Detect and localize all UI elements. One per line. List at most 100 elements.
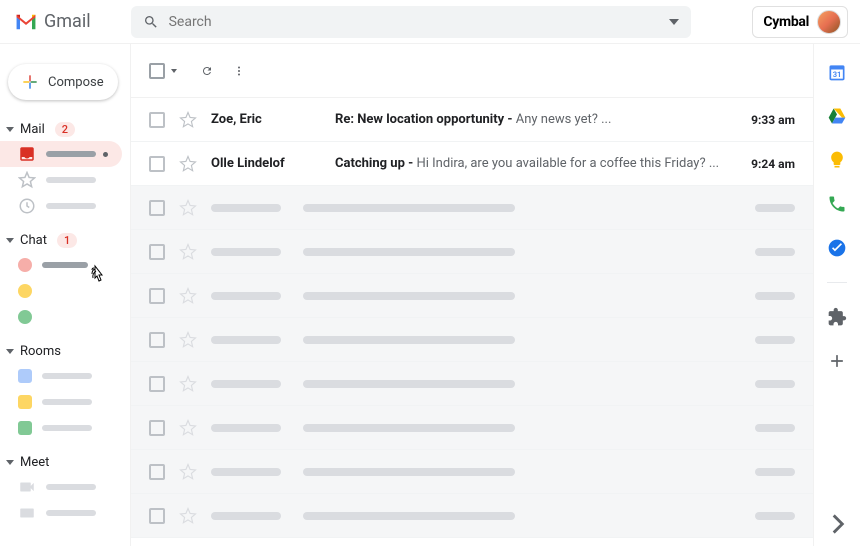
- row-checkbox[interactable]: [149, 464, 165, 480]
- video-icon: [18, 478, 36, 496]
- clock-icon: [18, 197, 36, 215]
- caret-down-icon: [6, 127, 14, 132]
- mail-toolbar: [131, 44, 813, 98]
- row-checkbox[interactable]: [149, 288, 165, 304]
- mail-list: Zoe, Eric Re: New location opportunity -…: [131, 98, 813, 546]
- caret-down-icon: [6, 238, 14, 243]
- mail-section-header[interactable]: Mail 2: [0, 118, 130, 141]
- star-icon[interactable]: [179, 287, 197, 305]
- row-checkbox[interactable]: [149, 200, 165, 216]
- caret-down-icon: [6, 349, 14, 354]
- mail-row-placeholder[interactable]: [131, 318, 813, 362]
- addons-icon[interactable]: [827, 307, 847, 327]
- mail-section: Mail 2: [0, 118, 130, 219]
- sidebar-item-starred[interactable]: [0, 167, 130, 193]
- star-icon[interactable]: [179, 111, 197, 129]
- gmail-logo-wrap[interactable]: Gmail: [14, 11, 91, 32]
- side-panel: 31: [814, 44, 860, 546]
- row-subject: Catching up - Hi Indira, are you availab…: [335, 156, 729, 171]
- search-box[interactable]: [131, 6, 691, 38]
- caret-down-icon: [6, 460, 14, 465]
- sidebar-item-inbox[interactable]: [0, 141, 122, 167]
- mail-section-label: Mail: [20, 122, 45, 137]
- org-account-chip[interactable]: Cymbal: [752, 6, 848, 38]
- search-input[interactable]: [169, 14, 659, 30]
- rooms-section-header[interactable]: Rooms: [0, 340, 130, 363]
- star-icon[interactable]: [179, 243, 197, 261]
- chat-section-label: Chat: [20, 233, 47, 248]
- star-icon[interactable]: [179, 331, 197, 349]
- mail-row-placeholder[interactable]: [131, 274, 813, 318]
- star-icon[interactable]: [179, 375, 197, 393]
- expand-panel-icon[interactable]: [828, 514, 848, 534]
- presence-dot-icon: [18, 310, 32, 324]
- sidebar-room[interactable]: [0, 415, 130, 441]
- rooms-section: Rooms: [0, 340, 130, 441]
- row-checkbox[interactable]: [149, 156, 165, 172]
- contacts-icon[interactable]: [827, 194, 847, 214]
- sidebar-item-label: [42, 262, 88, 268]
- main-pane: Zoe, Eric Re: New location opportunity -…: [131, 44, 814, 546]
- mail-row-placeholder[interactable]: [131, 230, 813, 274]
- mail-row-placeholder[interactable]: [131, 450, 813, 494]
- sidebar-item-snoozed[interactable]: [0, 193, 130, 219]
- row-checkbox[interactable]: [149, 112, 165, 128]
- compose-button[interactable]: Compose: [8, 64, 118, 100]
- rooms-section-label: Rooms: [20, 344, 61, 359]
- more-icon[interactable]: [229, 61, 249, 81]
- sidebar-room[interactable]: [0, 363, 130, 389]
- calendar-icon[interactable]: 31: [827, 62, 847, 82]
- chat-section-header[interactable]: Chat 1: [0, 229, 130, 252]
- chat-section: Chat 1: [0, 229, 130, 330]
- org-name: Cymbal: [763, 14, 809, 30]
- next-page-icon[interactable]: [775, 61, 795, 81]
- row-sender: Olle Lindelof: [211, 156, 321, 171]
- sidebar-room[interactable]: [0, 389, 130, 415]
- select-all-dropdown-icon[interactable]: [171, 69, 177, 73]
- star-icon[interactable]: [179, 463, 197, 481]
- room-color-icon: [18, 395, 32, 409]
- row-checkbox[interactable]: [149, 332, 165, 348]
- sidebar-chat-contact[interactable]: [0, 252, 130, 278]
- row-checkbox[interactable]: [149, 420, 165, 436]
- select-all-checkbox[interactable]: [149, 63, 165, 79]
- sidebar-item-label: [46, 177, 96, 183]
- drive-icon[interactable]: [827, 106, 847, 126]
- refresh-icon[interactable]: [197, 61, 217, 81]
- room-color-icon: [18, 421, 32, 435]
- star-icon[interactable]: [179, 155, 197, 173]
- mail-row-placeholder[interactable]: [131, 406, 813, 450]
- presence-dot-icon: [18, 284, 32, 298]
- star-icon[interactable]: [179, 419, 197, 437]
- row-checkbox[interactable]: [149, 244, 165, 260]
- tasks-icon[interactable]: [827, 238, 847, 258]
- compose-label: Compose: [48, 75, 104, 90]
- inbox-icon: [18, 145, 36, 163]
- prev-page-icon[interactable]: [751, 61, 771, 81]
- star-icon[interactable]: [179, 199, 197, 217]
- mail-row[interactable]: Zoe, Eric Re: New location opportunity -…: [131, 98, 813, 142]
- sidebar-meet-join[interactable]: [0, 500, 130, 526]
- sidebar-item-label: [42, 399, 92, 405]
- mail-row-placeholder[interactable]: [131, 186, 813, 230]
- get-addons-icon[interactable]: [827, 351, 847, 371]
- row-subject: Re: New location opportunity - Any news …: [335, 112, 729, 127]
- star-icon[interactable]: [179, 507, 197, 525]
- row-checkbox[interactable]: [149, 376, 165, 392]
- star-icon: [18, 171, 36, 189]
- mail-row-placeholder[interactable]: [131, 362, 813, 406]
- mail-badge: 2: [55, 122, 75, 137]
- keep-icon[interactable]: [827, 150, 847, 170]
- row-checkbox[interactable]: [149, 508, 165, 524]
- mail-row-placeholder[interactable]: [131, 494, 813, 538]
- sidebar-chat-contact[interactable]: [0, 278, 130, 304]
- sidebar-chat-contact[interactable]: [0, 304, 130, 330]
- search-icon: [143, 14, 159, 30]
- meet-section-header[interactable]: Meet: [0, 451, 130, 474]
- sidebar-meet-new[interactable]: [0, 474, 130, 500]
- mail-row[interactable]: Olle Lindelof Catching up - Hi Indira, a…: [131, 142, 813, 186]
- sidebar-item-label: [42, 373, 92, 379]
- search-options-icon[interactable]: [669, 19, 679, 25]
- sidebar-item-label: [42, 425, 92, 431]
- meet-section: Meet: [0, 451, 130, 526]
